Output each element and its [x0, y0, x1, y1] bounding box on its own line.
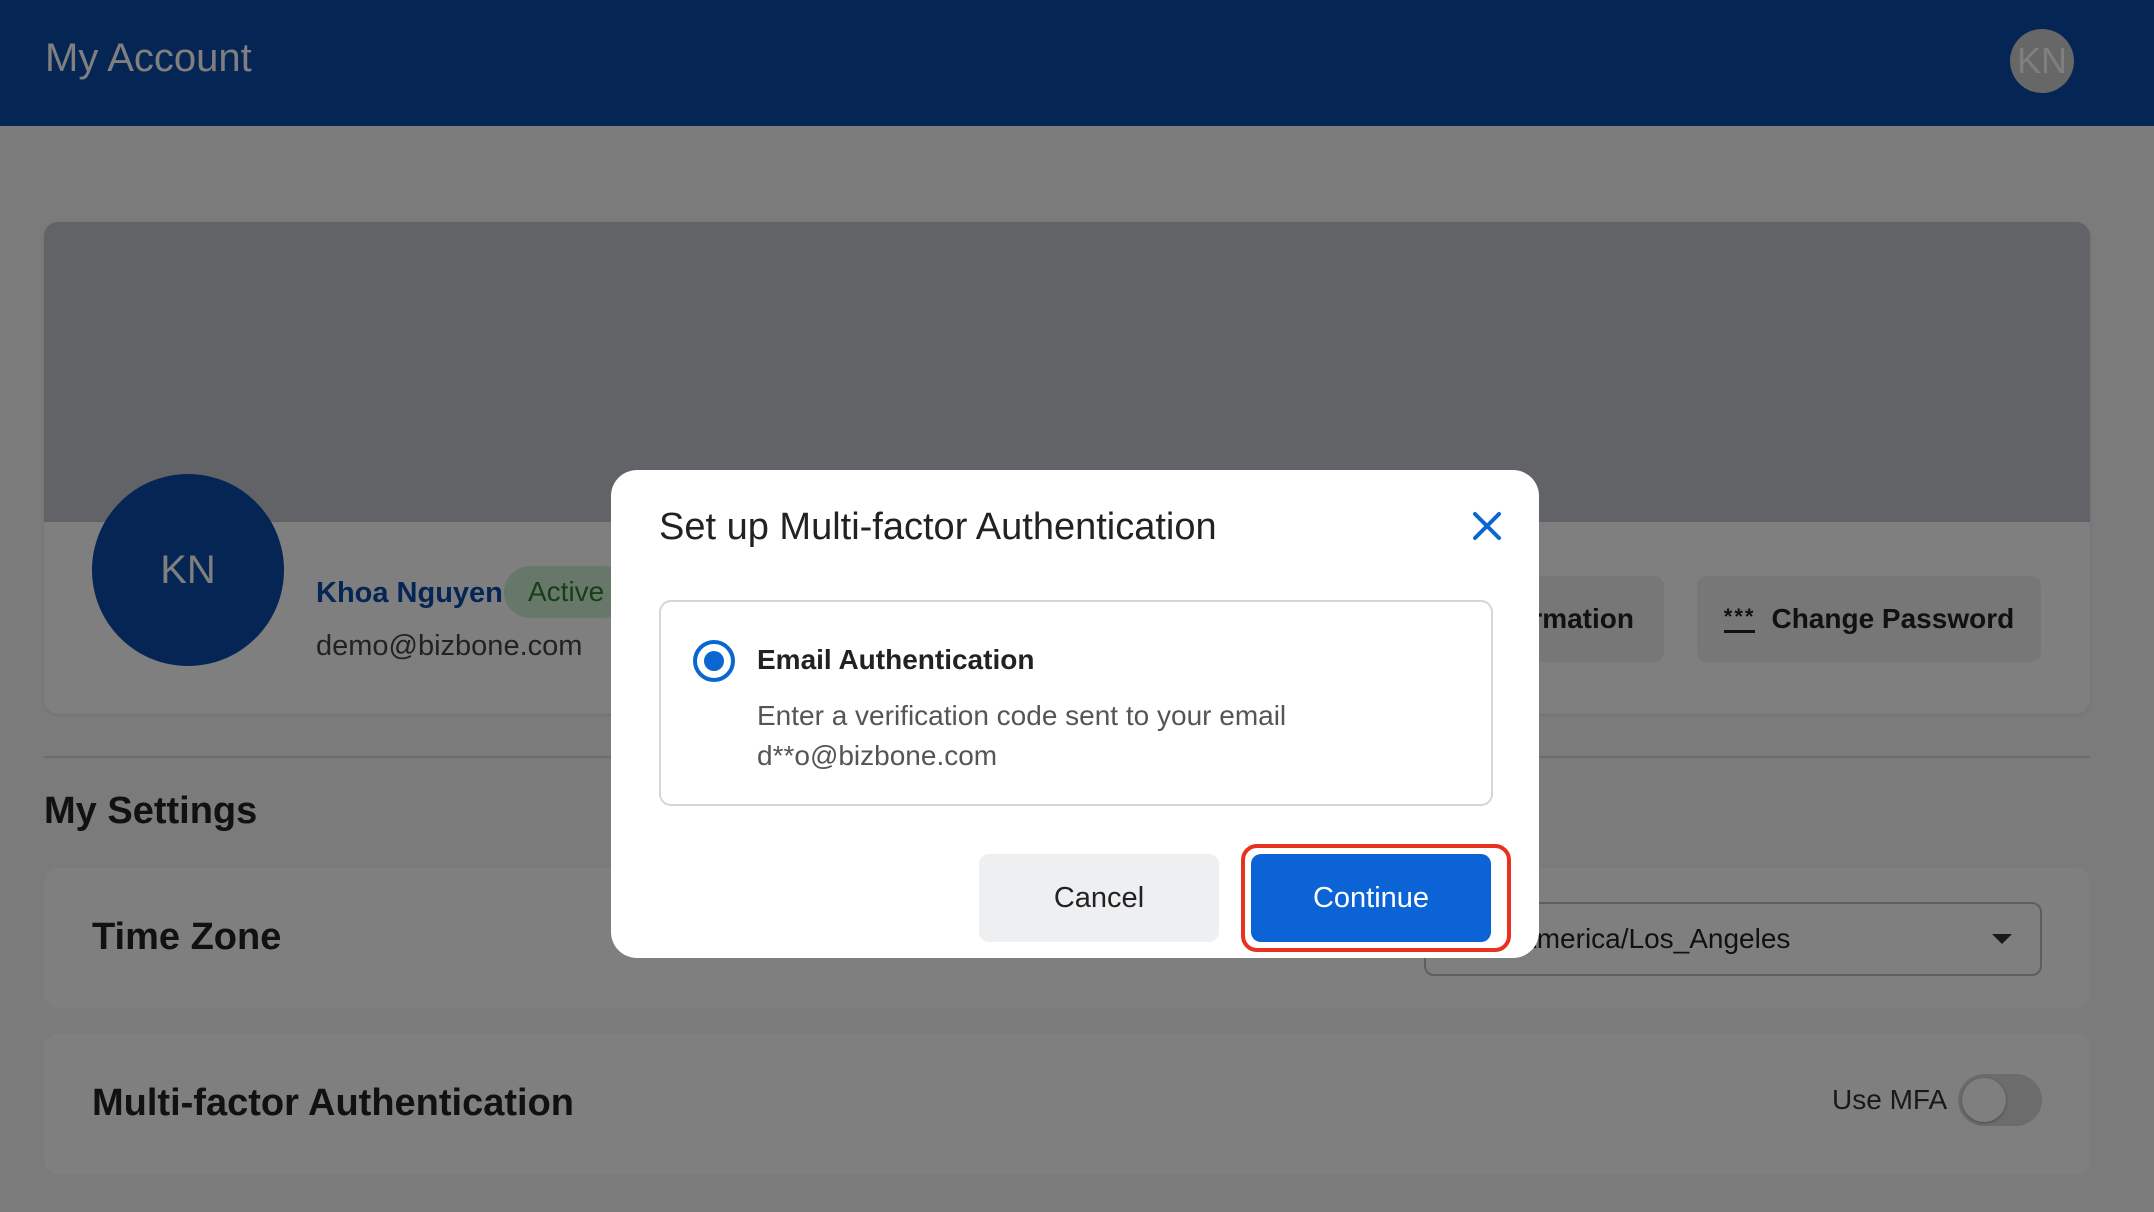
mfa-setup-dialog: Set up Multi-factor Authentication Email…: [611, 470, 1539, 958]
app: My Account KN KN Khoa Nguyen Active demo…: [0, 0, 2154, 1212]
continue-button[interactable]: Continue: [1251, 854, 1491, 942]
option-description-line1: Enter a verification code sent to your e…: [757, 700, 1287, 731]
email-authentication-option[interactable]: Email Authentication Enter a verificatio…: [659, 600, 1493, 806]
dialog-title: Set up Multi-factor Authentication: [659, 506, 1217, 548]
option-description: Enter a verification code sent to your e…: [757, 696, 1286, 776]
close-icon[interactable]: [1467, 506, 1507, 546]
radio-selected-icon[interactable]: [693, 640, 735, 682]
cancel-button[interactable]: Cancel: [979, 854, 1219, 942]
option-description-line2: d**o@bizbone.com: [757, 740, 998, 771]
option-title: Email Authentication: [757, 644, 1035, 675]
radio-dot: [704, 651, 724, 671]
